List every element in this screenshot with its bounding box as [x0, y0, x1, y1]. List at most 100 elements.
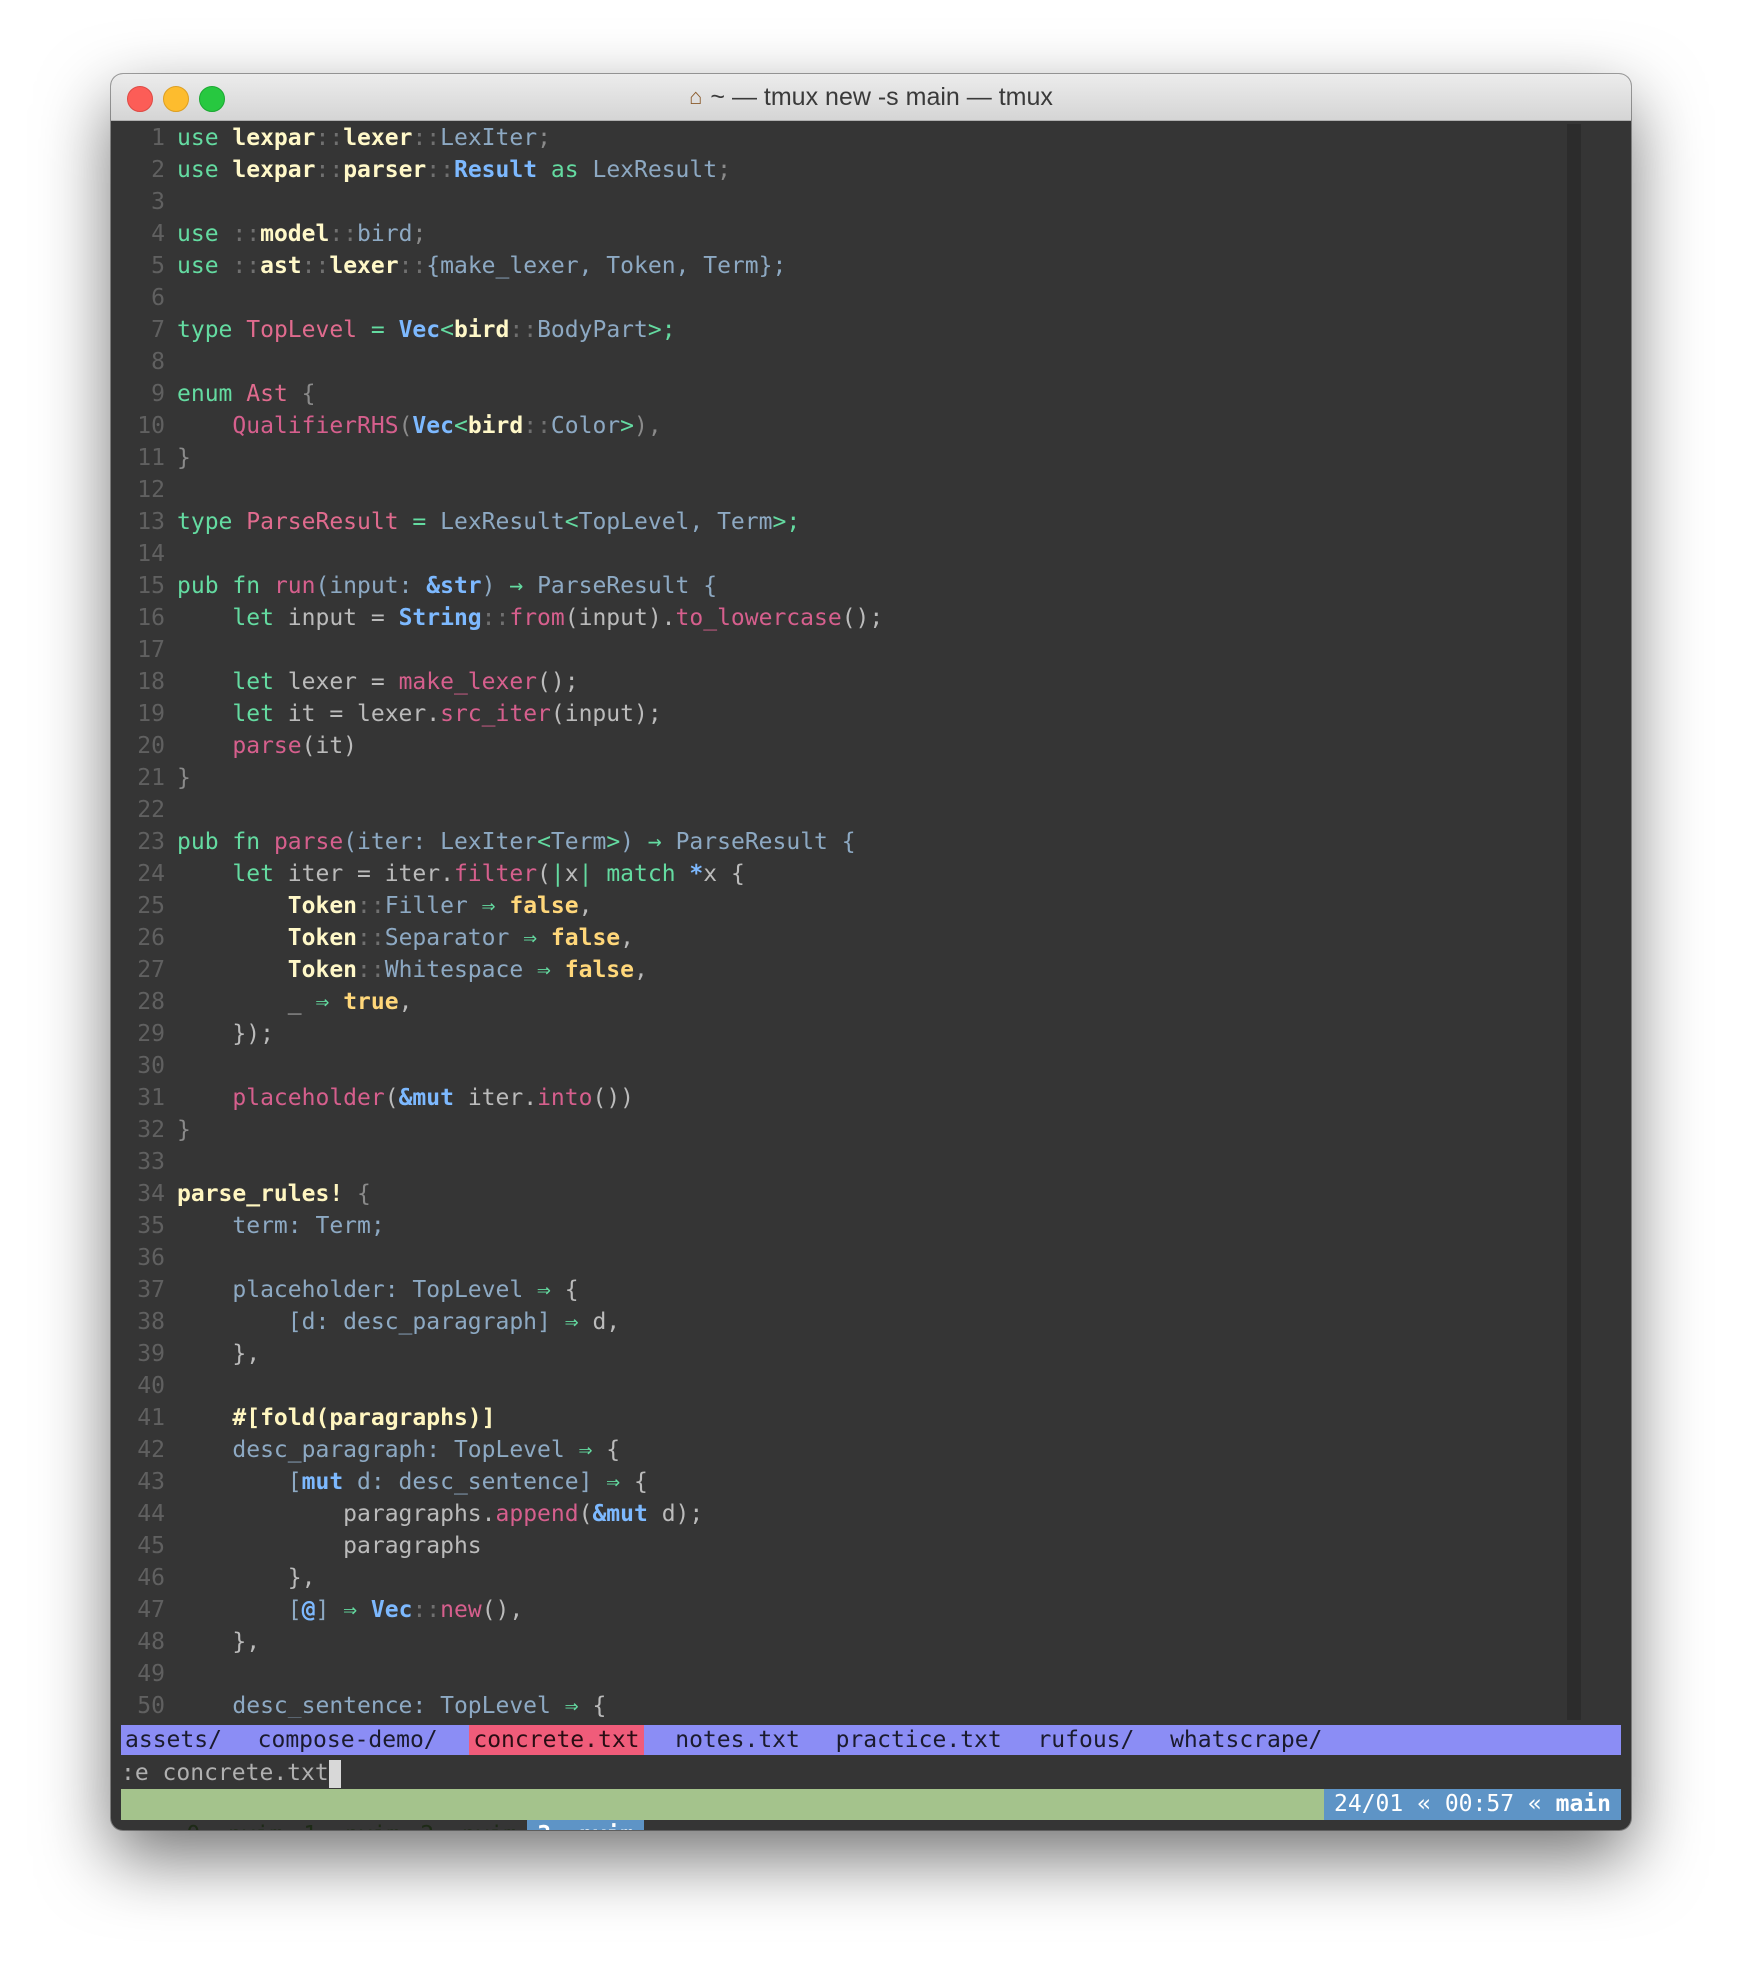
- code-token: iter = iter.: [287, 861, 454, 887]
- line-number: 47: [137, 1597, 165, 1623]
- code-line[interactable]: 11}: [121, 442, 1581, 474]
- code-line[interactable]: 13 type ParseResult = LexResult<TopLevel,…: [121, 506, 1581, 538]
- tmux-status-bar: 0: nvim1: nvim2: nvim3: nvim 24/01 « 00:…: [121, 1789, 1621, 1830]
- line-number: 11: [137, 445, 165, 471]
- file-entry[interactable]: compose-demo/: [254, 1725, 442, 1755]
- code-line[interactable]: 1 use lexpar::lexer::LexIter;: [121, 122, 1581, 154]
- code-line[interactable]: 32}: [121, 1114, 1581, 1146]
- code-line[interactable]: 5 use ::ast::lexer::{make_lexer, Token, T…: [121, 250, 1581, 282]
- code-line[interactable]: 3: [121, 186, 1581, 218]
- code-token: ParseResult {: [537, 573, 718, 599]
- code-line[interactable]: 9 enum Ast {: [121, 378, 1581, 410]
- editor-scrollbar[interactable]: [1567, 124, 1581, 1720]
- code-token: append: [495, 1501, 579, 1527]
- line-number: 15: [137, 573, 165, 599]
- code-token: ⇒: [315, 989, 344, 1015]
- tmux-date: 24/01: [1334, 1791, 1404, 1817]
- code-line[interactable]: 23 pub fn parse(iter: LexIter<Term>) → Pa…: [121, 826, 1581, 858]
- title-bar[interactable]: ⌂ ~ — tmux new -s main — tmux: [111, 74, 1631, 121]
- code-line[interactable]: 26 Token::Separator ⇒ false,: [121, 922, 1581, 954]
- code-line[interactable]: 19 let it = lexer.src_iter(input);: [121, 698, 1581, 730]
- code-line[interactable]: 33: [121, 1146, 1581, 1178]
- tmux-window-tab[interactable]: 0: nvim: [176, 1820, 293, 1830]
- code-line[interactable]: 4 use ::model::bird;: [121, 218, 1581, 250]
- code-token: →: [509, 573, 538, 599]
- code-token: →: [647, 829, 676, 855]
- code-line[interactable]: 28 _ ⇒ true,: [121, 986, 1581, 1018]
- code-token: paragraphs.: [177, 1501, 496, 1527]
- code-line[interactable]: 20 parse(it): [121, 730, 1581, 762]
- code-line[interactable]: 35 term: Term;: [121, 1210, 1581, 1242]
- code-line[interactable]: 43 [mut d: desc_sentence] ⇒ {: [121, 1466, 1581, 1498]
- tmux-window-tab[interactable]: 3: nvim: [527, 1820, 645, 1830]
- code-line[interactable]: 42 desc_paragraph: TopLevel ⇒ {: [121, 1434, 1581, 1466]
- file-entry[interactable]: concrete.txt: [469, 1725, 644, 1755]
- code-line[interactable]: 49: [121, 1658, 1581, 1690]
- code-line[interactable]: 7 type TopLevel = Vec<bird::BodyPart>;: [121, 314, 1581, 346]
- code-line[interactable]: 40: [121, 1370, 1581, 1402]
- code-line[interactable]: 44 paragraphs.append(&mut d);: [121, 1498, 1581, 1530]
- code-token: ⇒: [523, 925, 551, 951]
- code-token: new: [440, 1597, 482, 1623]
- code-line[interactable]: 17: [121, 634, 1581, 666]
- code-line[interactable]: 27 Token::Whitespace ⇒ false,: [121, 954, 1581, 986]
- code-line[interactable]: 8: [121, 346, 1581, 378]
- line-number: 45: [137, 1533, 165, 1559]
- code-line[interactable]: 38 [d: desc_paragraph] ⇒ d,: [121, 1306, 1581, 1338]
- code-line[interactable]: 37 placeholder: TopLevel ⇒ {: [121, 1274, 1581, 1306]
- code-token: |: [550, 861, 565, 887]
- code-line[interactable]: 47 [@] ⇒ Vec::new(),: [121, 1594, 1581, 1626]
- code-line[interactable]: 25 Token::Filler ⇒ false,: [121, 890, 1581, 922]
- code-token: ast: [260, 253, 302, 279]
- code-token: x: [564, 861, 579, 887]
- code-token: d: desc_sentence]: [357, 1469, 607, 1495]
- code-line[interactable]: 46 },: [121, 1562, 1581, 1594]
- file-entry[interactable]: assets/: [121, 1725, 226, 1755]
- line-number: 32: [137, 1117, 165, 1143]
- house-icon: ⌂: [689, 84, 703, 109]
- code-token: ::: [412, 1597, 441, 1623]
- code-token: Token: [177, 925, 358, 951]
- line-number: 40: [137, 1373, 165, 1399]
- code-line[interactable]: 31 placeholder(&mut iter.into()): [121, 1082, 1581, 1114]
- code-line[interactable]: 50 desc_sentence: TopLevel ⇒ {: [121, 1690, 1581, 1718]
- code-token: Vec: [412, 413, 454, 439]
- code-line[interactable]: 6: [121, 282, 1581, 314]
- code-line[interactable]: 24 let iter = iter.filter(|x| match *x {: [121, 858, 1581, 890]
- code-line[interactable]: 10 QualifierRHS(Vec<bird::Color>),: [121, 410, 1581, 442]
- code-line[interactable]: 16 let input = String::from(input).to_lo…: [121, 602, 1581, 634]
- code-token: ;: [717, 157, 731, 183]
- code-line[interactable]: 2 use lexpar::parser::Result as LexResult…: [121, 154, 1581, 186]
- text-cursor: [328, 1759, 341, 1788]
- code-token: [: [177, 1597, 302, 1623]
- tmux-window-tab[interactable]: 2: nvim: [410, 1820, 527, 1830]
- code-line[interactable]: 29 });: [121, 1018, 1581, 1050]
- file-entry[interactable]: whatscrape/: [1166, 1725, 1326, 1755]
- code-token: let: [177, 669, 288, 695]
- code-line[interactable]: 48 },: [121, 1626, 1581, 1658]
- code-line[interactable]: 30: [121, 1050, 1581, 1082]
- tmux-window-tab[interactable]: 1: nvim: [293, 1820, 410, 1830]
- code-line[interactable]: 36: [121, 1242, 1581, 1274]
- code-line[interactable]: 18 let lexer = make_lexer();: [121, 666, 1581, 698]
- line-number: 18: [137, 669, 165, 695]
- code-token: #[fold(paragraphs)]: [177, 1405, 496, 1431]
- command-line[interactable]: :e concrete.txt: [121, 1757, 341, 1789]
- code-line[interactable]: 15 pub fn run(input: &str) → ParseResult …: [121, 570, 1581, 602]
- line-number: 39: [137, 1341, 165, 1367]
- code-token: >;: [772, 509, 801, 535]
- file-entry[interactable]: rufous/: [1033, 1725, 1138, 1755]
- file-entry[interactable]: notes.txt: [671, 1725, 804, 1755]
- code-editor[interactable]: 1 use lexpar::lexer::LexIter; 2 use lexpar:…: [121, 122, 1581, 1718]
- code-line[interactable]: 34 parse_rules! {: [121, 1178, 1581, 1210]
- file-entry[interactable]: practice.txt: [832, 1725, 1006, 1755]
- code-line[interactable]: 21}: [121, 762, 1581, 794]
- code-line[interactable]: 41 #[fold(paragraphs)]: [121, 1402, 1581, 1434]
- terminal-window: ⌂ ~ — tmux new -s main — tmux 1 use lexpa…: [111, 74, 1631, 1830]
- line-number: 44: [137, 1501, 165, 1527]
- code-line[interactable]: 12: [121, 474, 1581, 506]
- code-line[interactable]: 14: [121, 538, 1581, 570]
- code-line[interactable]: 45 paragraphs: [121, 1530, 1581, 1562]
- code-line[interactable]: 39 },: [121, 1338, 1581, 1370]
- code-line[interactable]: 22: [121, 794, 1581, 826]
